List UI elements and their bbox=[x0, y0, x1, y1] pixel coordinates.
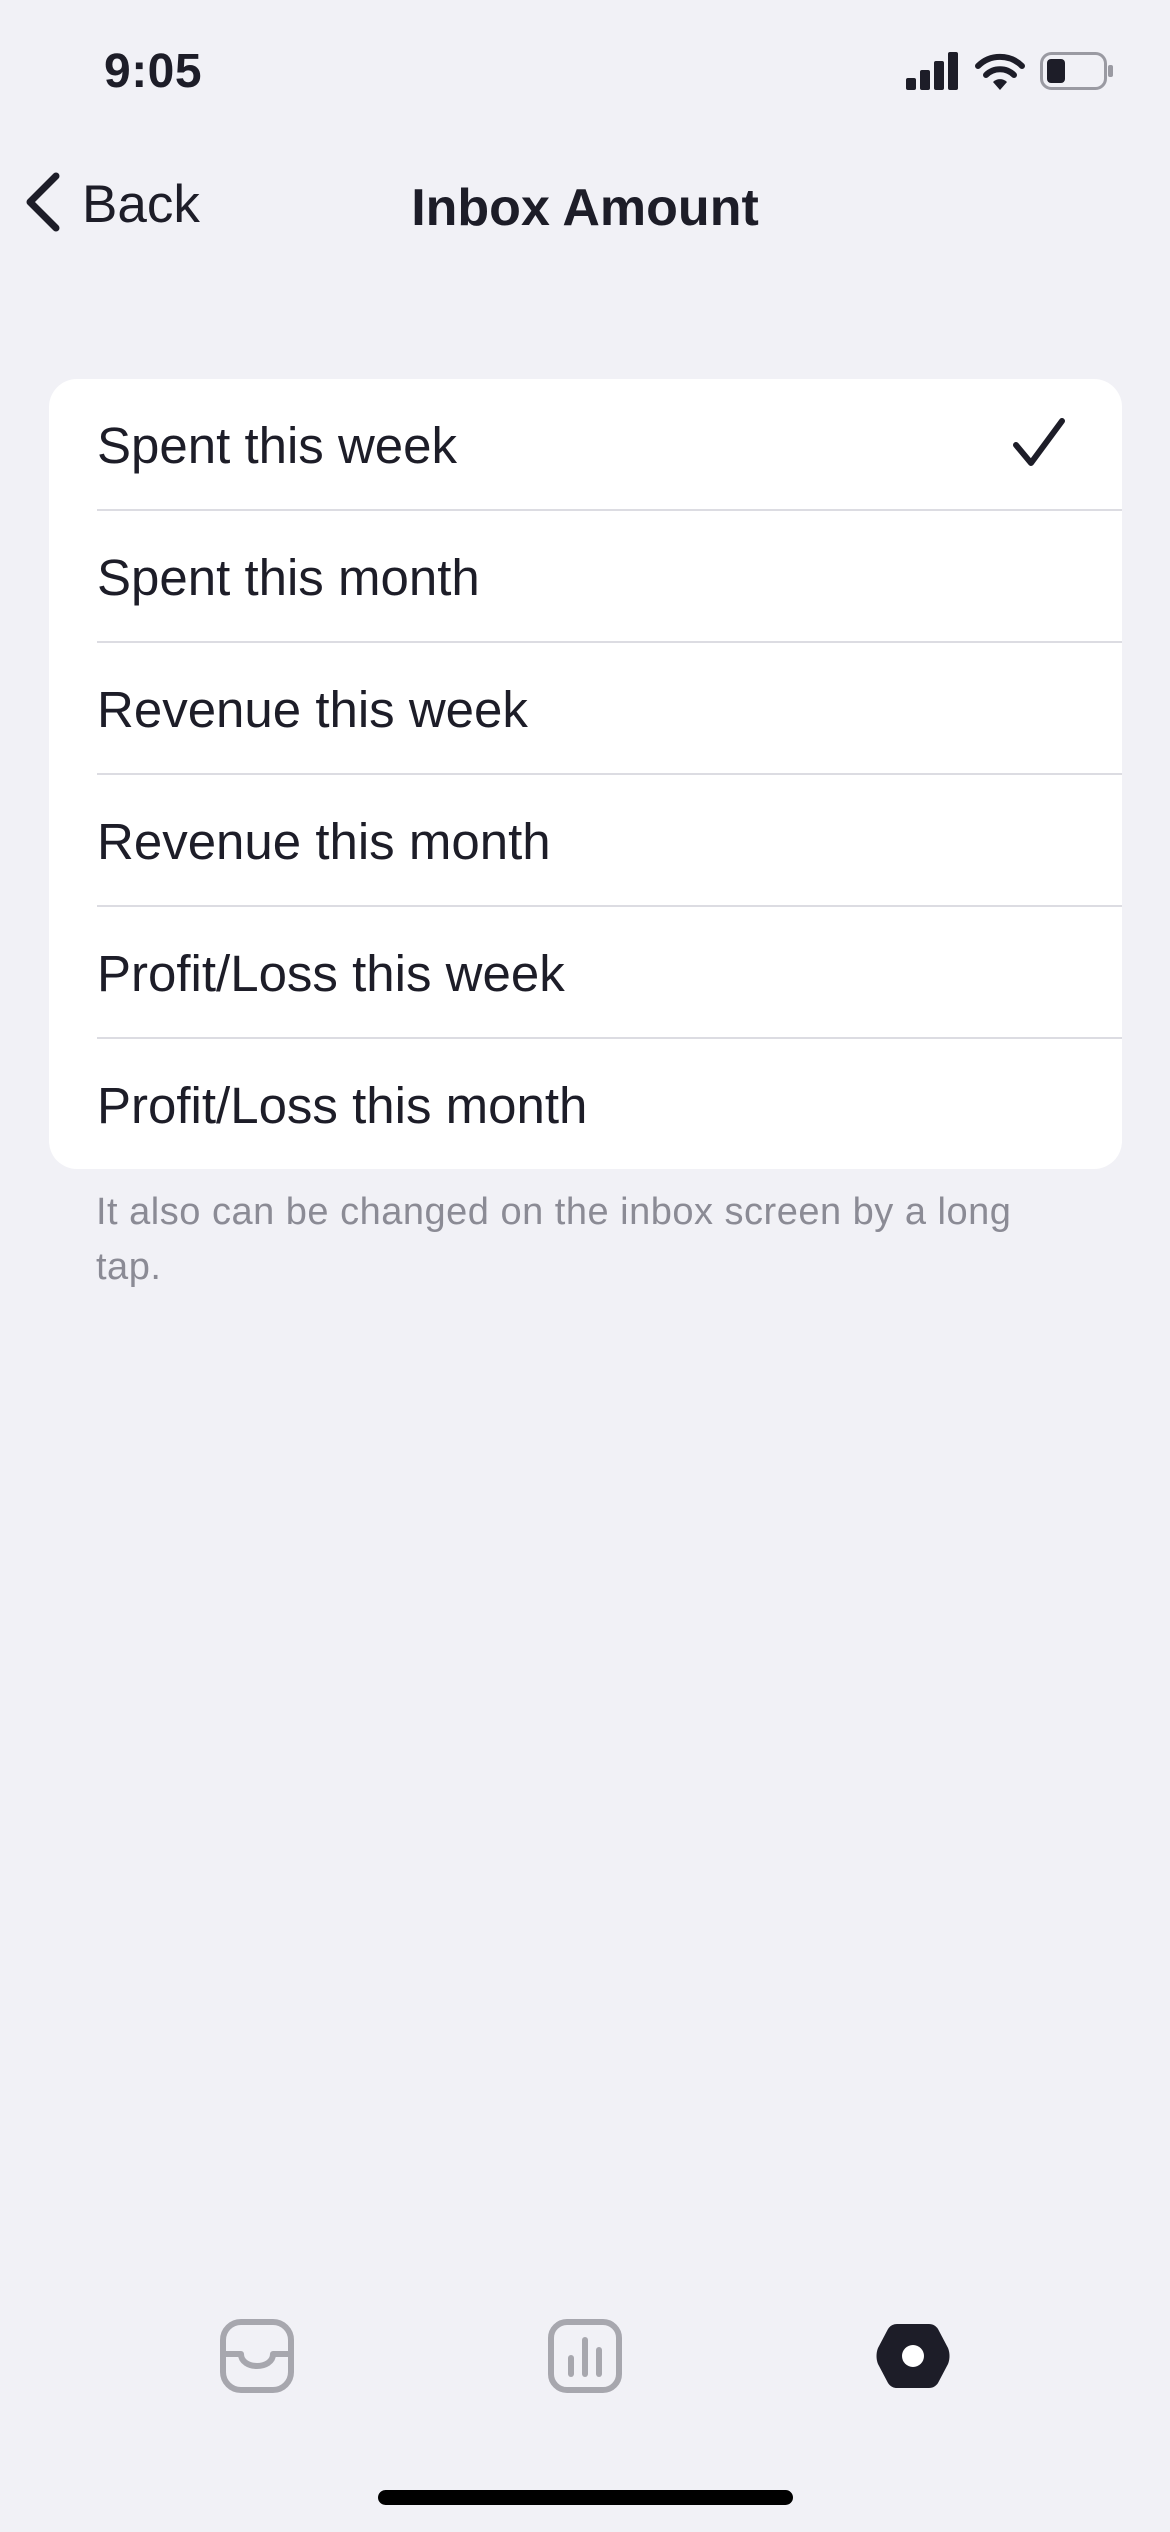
status-time: 9:05 bbox=[104, 45, 203, 98]
option-spent-this-week[interactable]: Spent this week bbox=[49, 379, 1122, 511]
option-label: Spent this month bbox=[97, 548, 480, 606]
tab-settings[interactable] bbox=[875, 2320, 951, 2396]
tab-inbox[interactable] bbox=[219, 2318, 295, 2399]
inbox-tray-icon bbox=[219, 2318, 295, 2399]
option-label: Profit/Loss this week bbox=[97, 944, 565, 1002]
settings-hexagon-icon bbox=[875, 2318, 951, 2399]
wifi-icon bbox=[974, 52, 1026, 95]
option-label: Revenue this week bbox=[97, 680, 528, 738]
option-label: Revenue this month bbox=[97, 812, 551, 870]
bar-chart-icon bbox=[547, 2318, 623, 2399]
options-list: Spent this week Spent this month Revenue… bbox=[49, 379, 1122, 1169]
navigation-bar: Back Inbox Amount bbox=[0, 150, 1170, 265]
battery-icon bbox=[1040, 52, 1114, 95]
option-label: Profit/Loss this month bbox=[97, 1076, 588, 1134]
footnote: It also can be changed on the inbox scre… bbox=[96, 1191, 1012, 1288]
option-revenue-this-month[interactable]: Revenue this month bbox=[49, 775, 1122, 907]
status-icons bbox=[906, 52, 1114, 95]
option-profit-loss-this-month[interactable]: Profit/Loss this month bbox=[49, 1039, 1122, 1169]
tab-stats[interactable] bbox=[547, 2318, 623, 2399]
checkmark-icon bbox=[1012, 417, 1066, 474]
option-profit-loss-this-week[interactable]: Profit/Loss this week bbox=[49, 907, 1122, 1039]
cellular-signal-icon bbox=[906, 52, 960, 95]
tab-bar bbox=[0, 2318, 1170, 2410]
home-indicator bbox=[378, 2490, 793, 2505]
status-bar: 9:05 bbox=[0, 0, 1170, 150]
page-title: Inbox Amount bbox=[411, 179, 759, 237]
option-revenue-this-week[interactable]: Revenue this week bbox=[49, 643, 1122, 775]
option-spent-this-month[interactable]: Spent this month bbox=[49, 511, 1122, 643]
option-label: Spent this week bbox=[97, 416, 458, 474]
